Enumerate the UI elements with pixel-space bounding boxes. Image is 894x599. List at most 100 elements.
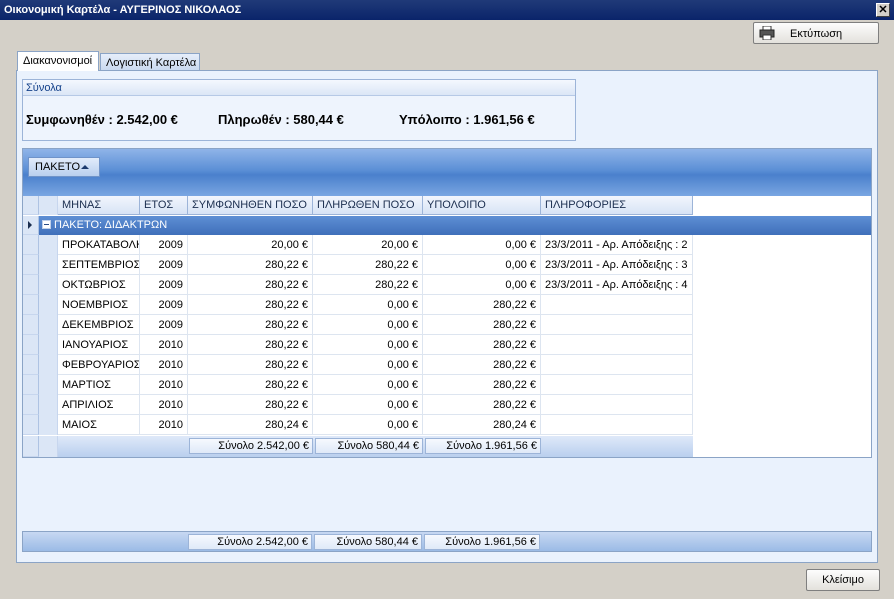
row-indicator[interactable] — [23, 275, 39, 295]
cell-info[interactable] — [541, 415, 693, 435]
print-button[interactable]: Εκτύπωση — [753, 22, 879, 44]
row-indicator[interactable] — [23, 395, 39, 415]
cell-balance[interactable]: 280,22 € — [423, 375, 541, 395]
cell-agreed[interactable]: 280,22 € — [188, 375, 313, 395]
cell-agreed[interactable]: 280,24 € — [188, 415, 313, 435]
row-indent — [39, 235, 58, 255]
cell-year[interactable]: 2010 — [140, 355, 188, 375]
window-close-button[interactable]: ✕ — [876, 3, 890, 17]
collapse-icon[interactable] — [42, 220, 51, 229]
current-row-arrow-icon — [28, 221, 32, 229]
column-header-info[interactable]: ΠΛΗΡΟΦΟΡΙΕΣ — [541, 196, 693, 215]
group-footer-agreed: Σύνολο 2.542,00 € — [189, 438, 313, 454]
tab-settlements[interactable]: Διακανονισμοί — [17, 51, 99, 71]
cell-year[interactable]: 2009 — [140, 255, 188, 275]
cell-month[interactable]: ΦΕΒΡΟΥΑΡΙΟΣ — [58, 355, 140, 375]
cell-year[interactable]: 2009 — [140, 315, 188, 335]
cell-balance[interactable]: 0,00 € — [423, 255, 541, 275]
row-indent — [39, 315, 58, 335]
cell-agreed[interactable]: 280,22 € — [188, 315, 313, 335]
cell-balance[interactable]: 280,22 € — [423, 355, 541, 375]
group-chip-package[interactable]: ΠΑΚΕΤΟ — [28, 157, 100, 177]
cell-year[interactable]: 2009 — [140, 275, 188, 295]
cell-paid[interactable]: 0,00 € — [313, 295, 423, 315]
cell-paid[interactable]: 0,00 € — [313, 315, 423, 335]
cell-month[interactable]: ΜΑΡΤΙΟΣ — [58, 375, 140, 395]
group-by-panel: ΠΑΚΕΤΟ — [23, 149, 871, 196]
row-indicator[interactable] — [23, 235, 39, 255]
cell-year[interactable]: 2009 — [140, 235, 188, 255]
cell-month[interactable]: ΠΡΟΚΑΤΑΒΟΛΗ — [58, 235, 140, 255]
cell-paid[interactable]: 0,00 € — [313, 415, 423, 435]
cell-info[interactable] — [541, 335, 693, 355]
cell-info[interactable]: 23/3/2011 - Αρ. Απόδειξης : 2 — [541, 235, 693, 255]
cell-month[interactable]: ΑΠΡΙΛΙΟΣ — [58, 395, 140, 415]
cell-balance[interactable]: 280,22 € — [423, 395, 541, 415]
cell-paid[interactable]: 20,00 € — [313, 235, 423, 255]
cell-agreed[interactable]: 280,22 € — [188, 335, 313, 355]
cell-year[interactable]: 2010 — [140, 375, 188, 395]
cell-month[interactable]: ΜΑΙΟΣ — [58, 415, 140, 435]
row-indicator[interactable] — [23, 355, 39, 375]
tab-ledger[interactable]: Λογιστική Καρτέλα — [100, 53, 200, 71]
cell-agreed[interactable]: 280,22 € — [188, 355, 313, 375]
row-indicator[interactable] — [23, 335, 39, 355]
row-indent — [39, 295, 58, 315]
row-indicator[interactable] — [23, 315, 39, 335]
cell-info[interactable] — [541, 355, 693, 375]
column-header-paid[interactable]: ΠΛΗΡΩΘΕΝ ΠΟΣΟ — [313, 196, 423, 215]
cell-agreed[interactable]: 280,22 € — [188, 275, 313, 295]
row-indent — [39, 395, 58, 415]
totals-group-header: Σύνολα — [23, 80, 575, 96]
cell-year[interactable]: 2010 — [140, 335, 188, 355]
cell-agreed[interactable]: 20,00 € — [188, 235, 313, 255]
cell-agreed[interactable]: 280,22 € — [188, 395, 313, 415]
cell-month[interactable]: ΟΚΤΩΒΡΙΟΣ — [58, 275, 140, 295]
cell-agreed[interactable]: 280,22 € — [188, 255, 313, 275]
column-header-balance[interactable]: ΥΠΟΛΟΙΠΟ — [423, 196, 541, 215]
grand-footer-balance: Σύνολο 1.961,56 € — [424, 534, 540, 550]
group-row-tuition[interactable]: ΠΑΚΕΤΟ: ΔΙΔΑΚΤΡΩΝ — [39, 216, 871, 235]
row-indent — [39, 415, 58, 435]
printer-icon — [759, 26, 775, 40]
column-header-agreed[interactable]: ΣΥΜΦΩΝΗΘΕΝ ΠΟΣΟ — [188, 196, 313, 215]
cell-info[interactable]: 23/3/2011 - Αρ. Απόδειξης : 4 — [541, 275, 693, 295]
cell-balance[interactable]: 280,22 € — [423, 315, 541, 335]
row-indicator[interactable] — [23, 295, 39, 315]
cell-paid[interactable]: 0,00 € — [313, 375, 423, 395]
cell-balance[interactable]: 280,22 € — [423, 295, 541, 315]
cell-balance[interactable]: 280,22 € — [423, 335, 541, 355]
row-indicator[interactable] — [23, 255, 39, 275]
grand-footer-paid: Σύνολο 580,44 € — [314, 534, 422, 550]
cell-balance[interactable]: 0,00 € — [423, 235, 541, 255]
cell-paid[interactable]: 0,00 € — [313, 335, 423, 355]
balance-total: Υπόλοιπο : 1.961,56 € — [399, 112, 535, 127]
cell-year[interactable]: 2009 — [140, 295, 188, 315]
cell-paid[interactable]: 280,22 € — [313, 255, 423, 275]
row-indent — [39, 375, 58, 395]
cell-month[interactable]: ΣΕΠΤΕΜΒΡΙΟΣ — [58, 255, 140, 275]
cell-agreed[interactable]: 280,22 € — [188, 295, 313, 315]
cell-info[interactable] — [541, 375, 693, 395]
cell-paid[interactable]: 280,22 € — [313, 275, 423, 295]
close-dialog-button[interactable]: Κλείσιμο — [806, 569, 880, 591]
cell-balance[interactable]: 280,24 € — [423, 415, 541, 435]
cell-info[interactable] — [541, 315, 693, 335]
row-indicator[interactable] — [23, 415, 39, 435]
cell-paid[interactable]: 0,00 € — [313, 395, 423, 415]
column-header-year[interactable]: ΕΤΟΣ — [140, 196, 188, 215]
cell-info[interactable]: 23/3/2011 - Αρ. Απόδειξης : 3 — [541, 255, 693, 275]
row-indent — [39, 275, 58, 295]
cell-month[interactable]: ΙΑΝΟΥΑΡΙΟΣ — [58, 335, 140, 355]
header-indent — [39, 196, 58, 215]
cell-balance[interactable]: 0,00 € — [423, 275, 541, 295]
column-header-month[interactable]: ΜΗΝΑΣ — [58, 196, 140, 215]
cell-month[interactable]: ΝΟΕΜΒΡΙΟΣ — [58, 295, 140, 315]
cell-year[interactable]: 2010 — [140, 415, 188, 435]
cell-month[interactable]: ΔΕΚΕΜΒΡΙΟΣ — [58, 315, 140, 335]
cell-info[interactable] — [541, 395, 693, 415]
row-indicator[interactable] — [23, 375, 39, 395]
cell-year[interactable]: 2010 — [140, 395, 188, 415]
cell-paid[interactable]: 0,00 € — [313, 355, 423, 375]
cell-info[interactable] — [541, 295, 693, 315]
